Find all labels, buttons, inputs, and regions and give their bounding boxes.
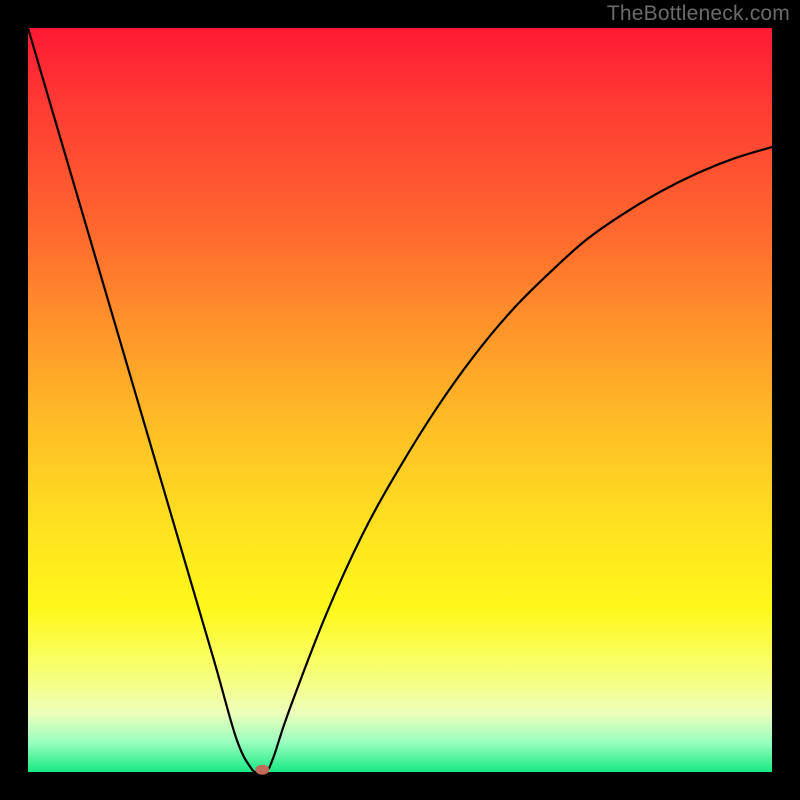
plot-area [28,28,772,772]
watermark-text: TheBottleneck.com [607,2,790,26]
curve-layer [28,28,772,772]
chart-frame: TheBottleneck.com [0,0,800,800]
optimum-marker [255,765,269,775]
bottleneck-curve [28,28,772,773]
